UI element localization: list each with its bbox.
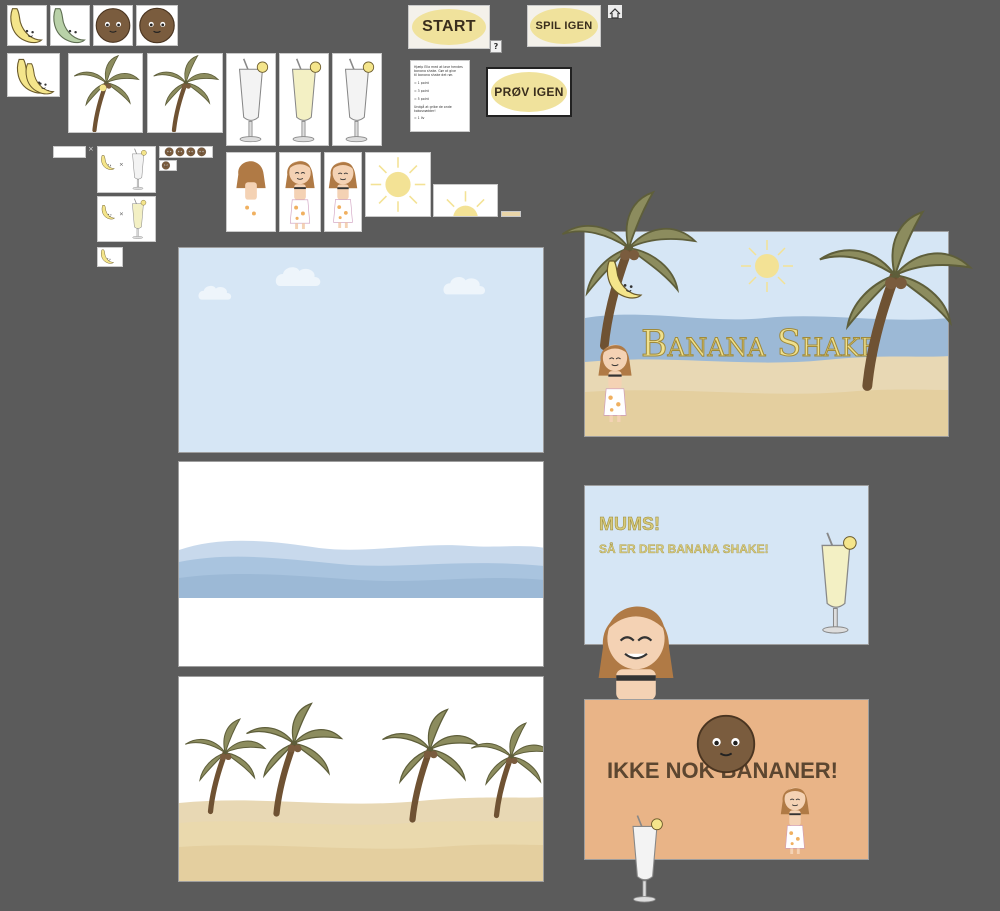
girl-character-icon [779,786,811,855]
girl-front-card [279,152,321,232]
milkshake-glass-icon [821,531,858,635]
title-palm-right [808,204,978,394]
home-icon[interactable] [608,5,622,19]
win-title: MUMS! [599,514,661,535]
play-again-label: SPIL IGEN [530,8,598,44]
help-icon[interactable]: ? [490,40,502,53]
glass-card-3 [332,53,382,146]
instructions-note: Undgå at gribe de onde kokosnødder! [414,105,452,113]
banana-bunch-icon [16,58,54,95]
girl-character-icon [284,159,316,231]
coconut-counter [159,146,213,158]
score-box [53,146,86,158]
coconut-icon [139,7,175,44]
palm-tree-icon [148,54,222,132]
green-banana-sprite-card [50,5,90,46]
girl-character-icon [327,160,359,229]
sea-background-panel [178,461,544,667]
cloud-icon [275,267,321,286]
start-button-label: START [412,9,486,45]
instructions-rule: = 1 liv [414,116,425,120]
try-again-label: PRØV IGEN [491,72,567,112]
milkshake-glass-icon [344,58,375,143]
title-girl [597,343,633,424]
coconut-icon [95,8,131,43]
try-again-button[interactable]: PRØV IGEN [486,67,572,117]
banana-bunch-sprite-card [7,53,60,97]
start-button[interactable]: START [408,5,490,49]
instructions-line: til banana shake det rør. [414,73,453,77]
win-subtitle: SÅ ER DER BANANA SHAKE! [599,542,769,556]
banana-icon [10,8,43,44]
beach-background-panel [178,676,544,882]
palm-tree-banana-card [68,53,143,133]
palm-tree-icon [185,719,265,811]
title-palm-left [552,184,702,354]
svg-text:×: × [119,211,124,217]
lose-glass [632,814,664,903]
coconut-sprite-card-2 [136,5,178,46]
sand-strip [501,211,521,217]
instructions-rule: = 5 point [414,97,429,101]
milkshake-glass-icon [238,58,269,143]
palm-tree-icon [247,704,342,814]
full-glass-card [279,53,329,146]
close-icon: × [88,145,94,153]
girl-back-card [226,152,276,232]
svg-text:×: × [119,162,124,168]
sunset-card [433,184,498,217]
instructions-rule: = 3 point [414,89,429,93]
banana-small-card [97,247,123,267]
sun-icon [437,190,494,216]
milkshake-glass-icon [291,58,322,143]
cloud-icon [198,285,232,300]
glass-combo-card-2: × [97,196,156,242]
coconut-sprite-card [93,5,133,46]
instructions-rule: = 1 point [414,81,429,85]
palm-tree-coconut-card [147,53,223,133]
girl-character-icon [236,161,266,224]
glass-combo-card-1: × [97,146,156,193]
coconut-counter-2 [159,160,177,171]
green-banana-icon [53,8,86,44]
win-girl [598,606,674,700]
sky-background-panel [178,247,544,453]
instructions-card: Hjælp Ella med at lave hendes banana sha… [410,60,470,132]
palm-tree-icon [69,54,142,132]
sun-icon [369,156,427,213]
girl-front-card-2 [324,152,362,232]
empty-glass-card [226,53,276,146]
cloud-icon [443,276,486,295]
sun-card [365,152,431,217]
lose-coconut [696,714,756,774]
sun-icon [740,239,794,293]
banana-sprite-card [7,5,47,46]
play-again-button[interactable]: SPIL IGEN [527,5,601,47]
